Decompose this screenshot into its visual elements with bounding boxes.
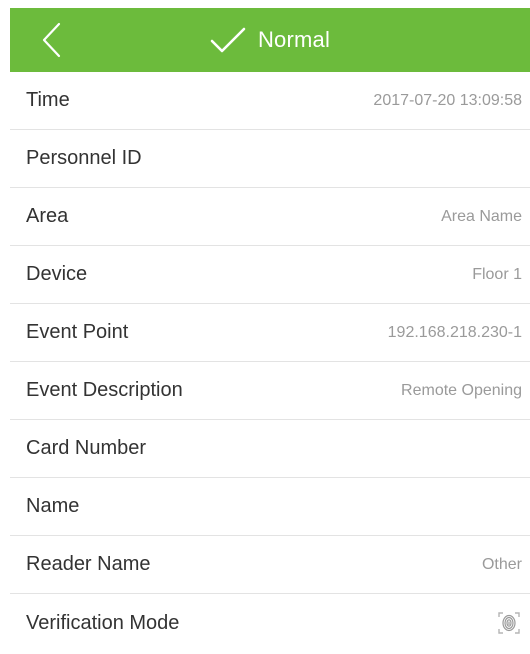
device-label: Device [26,263,88,285]
area-label: Area [26,205,69,227]
card-number-label: Card Number [26,437,147,459]
page-title: Normal [257,27,331,52]
detail-row-personnel-id: Personnel ID [10,130,530,188]
time-value: 2017-07-20 13:09:58 [373,91,522,109]
verification-mode-label: Verification Mode [26,611,180,634]
detail-row-verification-mode: Verification Mode [10,594,530,652]
detail-row-card-number: Card Number [10,420,530,478]
reader-name-label: Reader Name [26,553,151,575]
event-description-value: Remote Opening [401,381,522,399]
event-description-label: Event Description [26,379,183,401]
detail-row-device: Device Floor 1 [10,246,530,304]
chevron-left-icon [42,22,61,58]
device-value: Floor 1 [472,265,522,283]
reader-name-value: Other [481,555,522,573]
time-label: Time [26,89,70,111]
detail-row-event-description: Event Description Remote Opening [10,362,530,420]
event-detail-list: Time 2017-07-20 13:09:58 Personnel ID Ar… [10,72,530,652]
header-bar: Normal [10,8,530,72]
detail-row-event-point: Event Point 192.168.218.230-1 [10,304,530,362]
name-label: Name [26,495,80,517]
personnel-id-label: Personnel ID [26,147,142,169]
check-icon [210,27,246,53]
detail-row-area: Area Area Name [10,188,530,246]
event-point-label: Event Point [26,321,129,343]
back-button[interactable] [32,18,72,62]
header-title-group: Normal [10,8,530,72]
area-value: Area Name [441,207,522,225]
detail-row-time: Time 2017-07-20 13:09:58 [10,72,530,130]
detail-row-name: Name [10,478,530,536]
fingerprint-icon [498,612,520,634]
detail-row-reader-name: Reader Name Other [10,536,530,594]
event-point-value: 192.168.218.230-1 [387,323,522,341]
